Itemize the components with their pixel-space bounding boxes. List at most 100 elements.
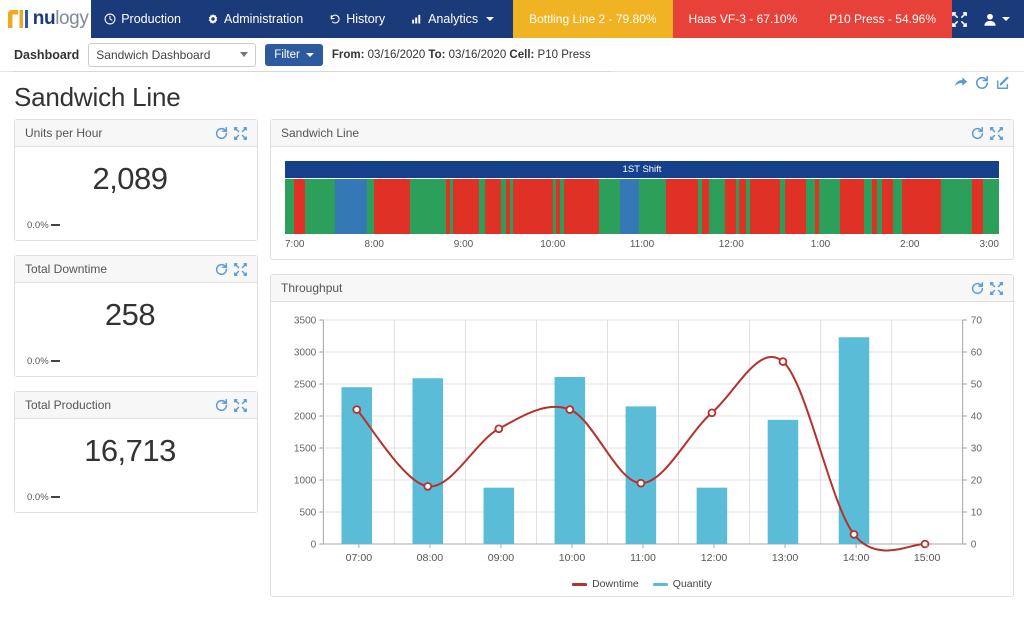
chart-point[interactable]	[778, 357, 788, 366]
timeline-segment-down[interactable]	[665, 179, 699, 234]
filter-button[interactable]: Filter	[265, 43, 323, 66]
trend-flat-icon	[50, 360, 60, 362]
nulogy-logo[interactable]: nulogy	[0, 0, 92, 38]
timeline-segment-down[interactable]	[724, 179, 736, 234]
chart-bar[interactable]	[483, 487, 515, 544]
metric-card-total-downtime: Total Downtime 258 0.0%	[14, 255, 258, 377]
y-axis-tick-label: 3000	[294, 348, 317, 359]
history-icon	[330, 14, 340, 24]
timeline-segment-idle[interactable]	[334, 179, 368, 234]
timeline-segment-down[interactable]	[452, 179, 479, 234]
timeline-segment-running[interactable]	[983, 179, 999, 234]
nav-item-analytics[interactable]: Analytics	[398, 0, 507, 38]
refresh-icon[interactable]	[215, 398, 228, 412]
timeline-segment-down[interactable]	[749, 179, 781, 234]
nav-item-history[interactable]: History	[316, 0, 398, 38]
timeline-tick: 11:00	[629, 239, 655, 250]
x-axis-tick-label: 14:00	[843, 552, 870, 564]
throughput-panel: Throughput 0 500 1000 1500 2000 2500 300…	[270, 274, 1014, 597]
x-axis-tick-label: 07:00	[346, 552, 373, 564]
metric-value: 2,089	[92, 161, 168, 196]
timeline-segment-down[interactable]	[785, 179, 807, 234]
chart-point[interactable]	[707, 408, 717, 418]
timeline-segments[interactable]	[285, 179, 999, 234]
chart-point[interactable]	[494, 424, 504, 434]
chart-bar[interactable]	[767, 419, 799, 544]
refresh-icon[interactable]	[975, 76, 989, 90]
refresh-icon[interactable]	[215, 262, 228, 276]
chart-bar[interactable]	[696, 487, 728, 544]
timeline-segment-running[interactable]	[304, 179, 335, 234]
timeline-segment-running[interactable]	[367, 179, 375, 234]
expand-icon[interactable]	[990, 281, 1003, 295]
timeline-segment-down[interactable]	[739, 179, 747, 234]
timeline-segment-running[interactable]	[940, 179, 972, 234]
nav-label-analytics: Analytics	[428, 12, 479, 26]
timeline-segment-running[interactable]	[638, 179, 666, 234]
timeline-segment-down[interactable]	[881, 179, 894, 234]
chevron-down-icon	[1002, 17, 1010, 21]
x-axis-tick-label: 11:00	[630, 552, 656, 564]
chart-point[interactable]	[423, 482, 433, 491]
metric-delta: 0.0%	[27, 356, 60, 367]
timeline-segment-running[interactable]	[893, 179, 902, 234]
chevron-down-icon	[240, 52, 249, 57]
timeline-segment-running[interactable]	[285, 179, 295, 234]
expand-icon[interactable]	[234, 262, 247, 276]
share-icon[interactable]	[954, 76, 968, 90]
timeline-segment-running[interactable]	[709, 179, 725, 234]
timeline-segment-running[interactable]	[599, 179, 621, 234]
timeline-segment-down[interactable]	[485, 179, 502, 234]
refresh-icon[interactable]	[215, 126, 228, 140]
timeline-segment-down[interactable]	[294, 179, 305, 234]
status-badge-p10-press[interactable]: P10 Press - 54.96%	[813, 0, 952, 38]
timeline-segment-down[interactable]	[563, 179, 600, 234]
timeline-segment-down[interactable]	[971, 179, 984, 234]
chart-point[interactable]	[636, 478, 646, 488]
chart-point[interactable]	[849, 530, 859, 539]
machine-status-badges: Bottling Line 2 - 79.80% Haas VF-3 - 67.…	[513, 0, 952, 38]
user-account-icon[interactable]	[983, 12, 1010, 27]
trend-flat-icon	[50, 224, 60, 226]
expand-icon[interactable]	[234, 398, 247, 412]
dashboard-label: Dashboard	[14, 47, 80, 62]
refresh-icon[interactable]	[971, 281, 984, 295]
dashboard-select[interactable]: Sandwich Dashboard	[88, 42, 257, 67]
chart-bar[interactable]	[625, 406, 657, 544]
legend-item-downtime[interactable]: Downtime	[572, 578, 639, 590]
timeline-segment-down[interactable]	[513, 179, 554, 234]
shift-bar[interactable]: 1ST Shift	[285, 161, 999, 178]
y2-axis-tick-label: 20	[971, 476, 983, 487]
expand-icon[interactable]	[234, 126, 247, 140]
timeline-segment-running[interactable]	[818, 179, 841, 234]
timeline-segment-down[interactable]	[702, 179, 710, 234]
chart-point[interactable]	[565, 405, 575, 414]
timeline-axis: 7:00 8:00 9:00 10:00 11:00 12:00 1:00 2:00 3:00	[285, 239, 999, 253]
status-badge-haas-vf-3[interactable]: Haas VF-3 - 67.10%	[672, 0, 814, 38]
nav-item-administration[interactable]: Administration	[194, 0, 316, 38]
chart-bar[interactable]	[554, 376, 586, 544]
status-badge-bottling-line-2[interactable]: Bottling Line 2 - 79.80%	[513, 0, 673, 38]
metric-delta-value: 0.0%	[27, 220, 49, 231]
metric-delta: 0.0%	[27, 220, 60, 231]
panel-header: Units per Hour	[15, 120, 257, 147]
timeline-segment-running[interactable]	[806, 179, 816, 234]
timeline-segment-running[interactable]	[864, 179, 873, 234]
refresh-icon[interactable]	[971, 126, 984, 140]
chart-bar[interactable]	[412, 378, 444, 544]
timeline-panel: Sandwich Line 1ST Shift 7:00 8:00 9:00 1…	[270, 119, 1014, 260]
legend-item-quantity[interactable]: Quantity	[652, 578, 712, 590]
expand-icon[interactable]	[990, 126, 1003, 140]
timeline-segment-down[interactable]	[840, 179, 865, 234]
fullscreen-icon[interactable]	[952, 11, 967, 27]
timeline-segment-down[interactable]	[901, 179, 941, 234]
panel-header-icons	[215, 262, 247, 276]
edit-icon[interactable]	[996, 76, 1010, 90]
chart-legend: Downtime Quantity	[279, 578, 1005, 590]
timeline-segment-running[interactable]	[409, 179, 447, 234]
throughput-chart[interactable]: 0 500 1000 1500 2000 2500 3000 3500 0 10 20 30 40 50 6…	[279, 312, 1005, 580]
timeline-segment-down[interactable]	[374, 179, 410, 234]
chart-point[interactable]	[352, 405, 362, 414]
nav-item-production[interactable]: Production	[91, 0, 194, 38]
timeline-segment-idle[interactable]	[620, 179, 639, 234]
